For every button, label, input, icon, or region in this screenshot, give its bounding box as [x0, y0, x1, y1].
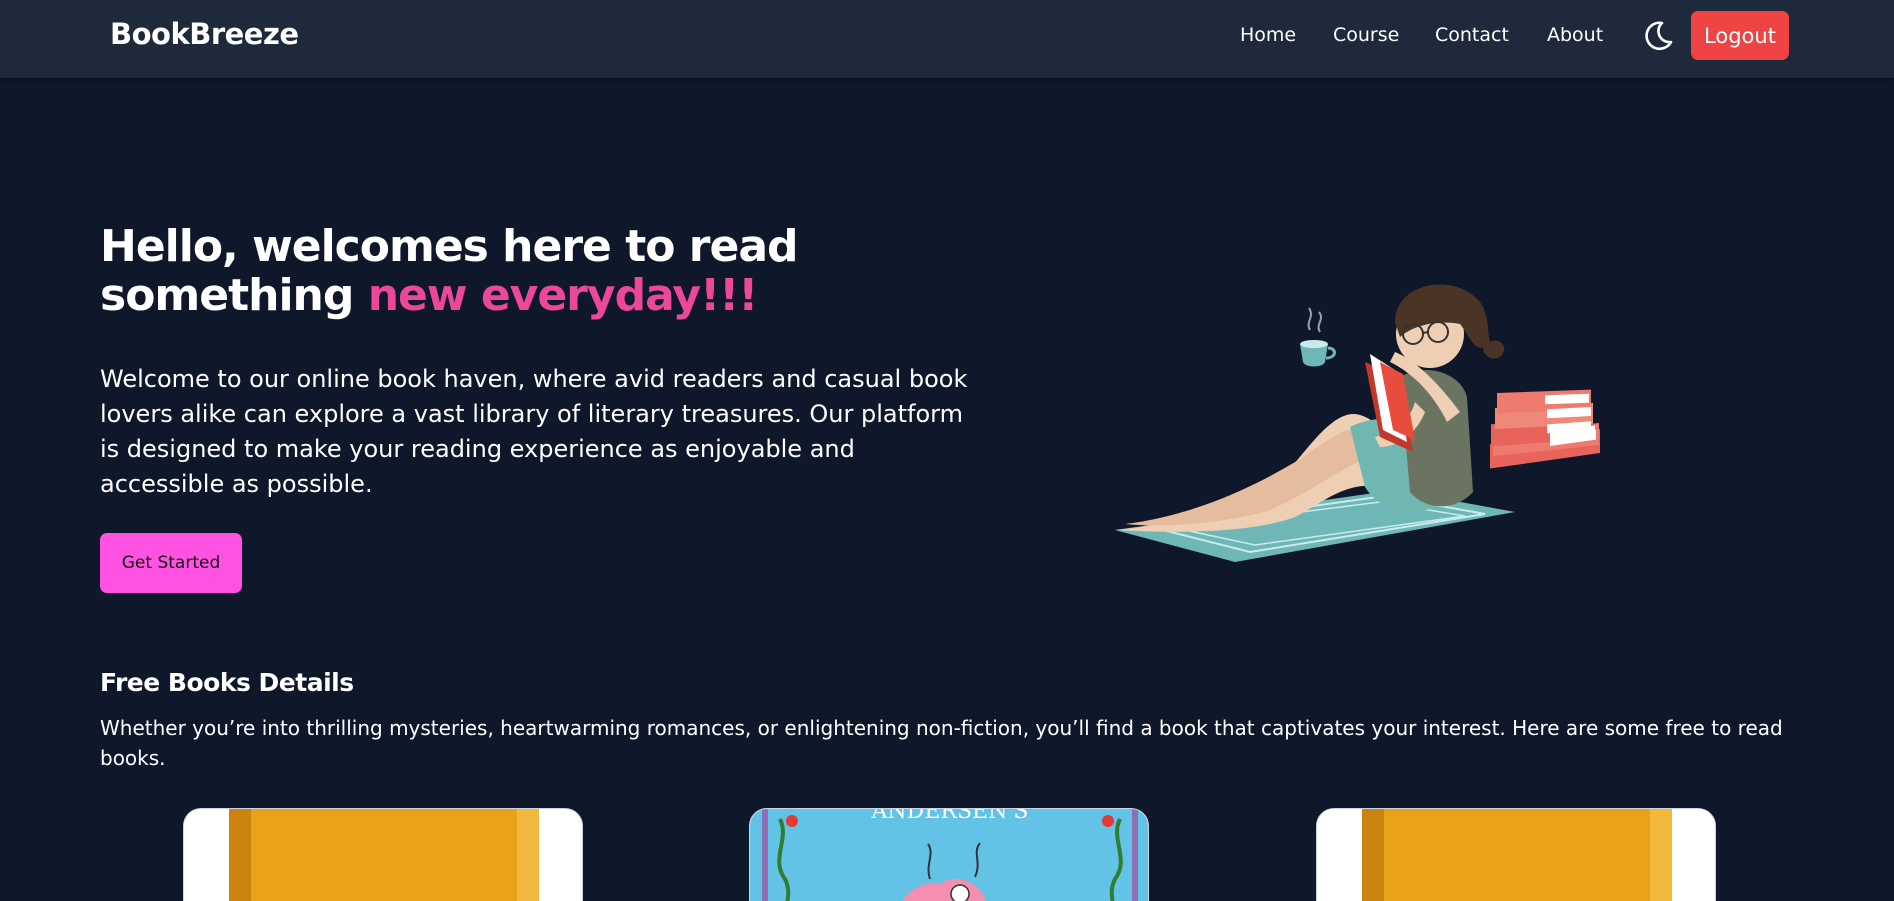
hero-title-line2: something	[100, 270, 368, 321]
moon-icon[interactable]	[1640, 18, 1676, 54]
orange-book-cover-icon	[1317, 809, 1715, 901]
hero-description: Welcome to our online book haven, where …	[100, 365, 968, 498]
nav-link-contact[interactable]: Contact	[1435, 24, 1509, 46]
free-books-description: Whether you’re into thrilling mysteries,…	[100, 716, 1783, 770]
blue-illustrated-book-cover-icon: ANDERSEN'S	[750, 809, 1148, 901]
woman-reading-illustration	[1095, 262, 1615, 572]
nav-link-course[interactable]: Course	[1333, 24, 1399, 46]
brand-logo[interactable]: BookBreeze	[110, 17, 299, 51]
get-started-button[interactable]: Get Started	[100, 533, 242, 593]
hero-title: Hello, welcomes here to read something n…	[100, 222, 920, 320]
books-stack-icon	[1490, 389, 1600, 469]
nav-link-home[interactable]: Home	[1240, 24, 1296, 46]
book-card[interactable]	[183, 808, 583, 901]
free-books-title: Free Books Details	[100, 668, 354, 697]
book-card[interactable]: ANDERSEN'S	[749, 808, 1149, 901]
navbar: BookBreeze Home Course Contact About Log…	[0, 0, 1894, 78]
hero-title-line1: Hello, welcomes here to read	[100, 221, 799, 272]
hero-title-accent: new everyday!!!	[367, 270, 759, 321]
book-card[interactable]	[1316, 808, 1716, 901]
nav-link-about[interactable]: About	[1547, 24, 1603, 46]
logout-button[interactable]: Logout	[1691, 11, 1789, 60]
orange-book-cover-icon	[184, 809, 582, 901]
book-cover-text: ANDERSEN'S	[871, 809, 1029, 824]
